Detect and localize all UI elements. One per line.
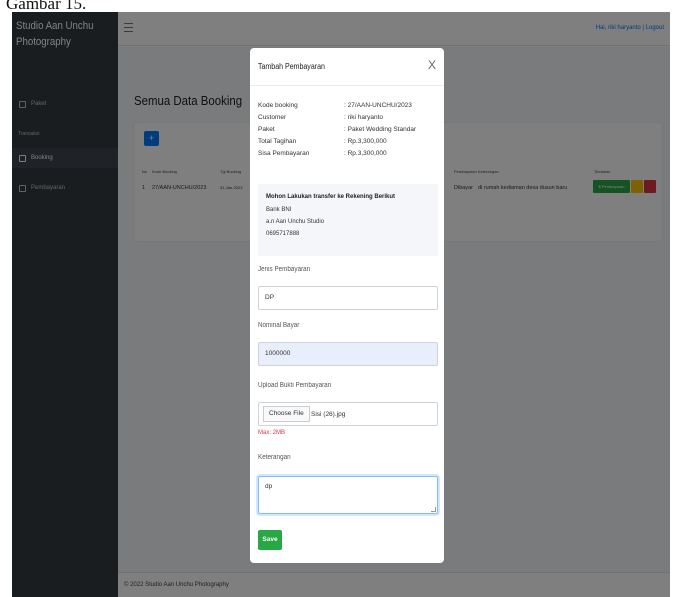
transfer-notice: Mohon Lakukan transfer ke Rekening Berik… [258, 184, 438, 256]
resize-handle-icon[interactable] [431, 507, 436, 512]
modal-header: Tambah Pembayaran X [250, 48, 444, 86]
info-key: Sisa Pembayaran [258, 150, 310, 157]
keterangan-value: dp [265, 483, 273, 490]
keterangan-textarea[interactable]: dp [258, 476, 438, 514]
info-value: : 27/AAN-UNCHU/2023 [344, 102, 412, 109]
info-sisa-pembayaran: Sisa Pembayaran : Rp.3,300,000 [258, 150, 387, 157]
notice-account-number: 0695717888 [266, 231, 300, 237]
modal-title: Tambah Pembayaran [258, 62, 325, 71]
info-key: Kode booking [258, 102, 298, 109]
info-value: : riki haryanto [344, 114, 384, 121]
info-customer: Customer : riki haryanto [258, 114, 383, 121]
upload-bukti-label: Upload Bukti Pembayaran [258, 382, 332, 389]
screen: Gambar 15. Studio Aan Unchu Photography … [0, 0, 682, 597]
close-icon[interactable]: X [428, 58, 436, 72]
tambah-pembayaran-modal: Tambah Pembayaran X Kode booking : 27/AAN… [250, 48, 444, 563]
info-paket: Paket : Paket Wedding Standar [258, 126, 416, 133]
notice-bank: Bank BNI [266, 207, 292, 213]
save-button[interactable]: Save [258, 530, 282, 550]
notice-account-name: a.n Aan Unchu Studio [266, 219, 325, 225]
info-kode-booking: Kode booking : 27/AAN-UNCHU/2023 [258, 102, 412, 109]
nominal-bayar-label: Nominal Bayar [258, 322, 300, 329]
max-size-hint: Max: 2MB [258, 430, 286, 436]
nominal-bayar-input[interactable]: 1000000 [258, 342, 438, 366]
info-value: : Rp.3,300,000 [344, 138, 387, 145]
info-value: : Rp.3,300,000 [344, 150, 387, 157]
notice-heading: Mohon Lakukan transfer ke Rekening Berik… [266, 194, 396, 200]
info-key: Customer [258, 114, 287, 121]
jenis-pembayaran-label: Jenis Pembayaran [258, 266, 311, 273]
info-value: : Paket Wedding Standar [344, 126, 417, 133]
choose-file-button[interactable]: Choose File [263, 406, 310, 422]
info-key: Total Tagihan [258, 138, 297, 145]
info-total-tagihan: Total Tagihan : Rp.3,300,000 [258, 138, 387, 145]
jenis-pembayaran-input[interactable]: DP [258, 286, 438, 310]
keterangan-label: Keterangan [258, 454, 291, 461]
info-key: Paket [258, 126, 275, 133]
upload-bukti-input[interactable]: Choose File Sisi (26).jpg [258, 402, 438, 426]
selected-file-name: Sisi (26).jpg [311, 411, 346, 418]
